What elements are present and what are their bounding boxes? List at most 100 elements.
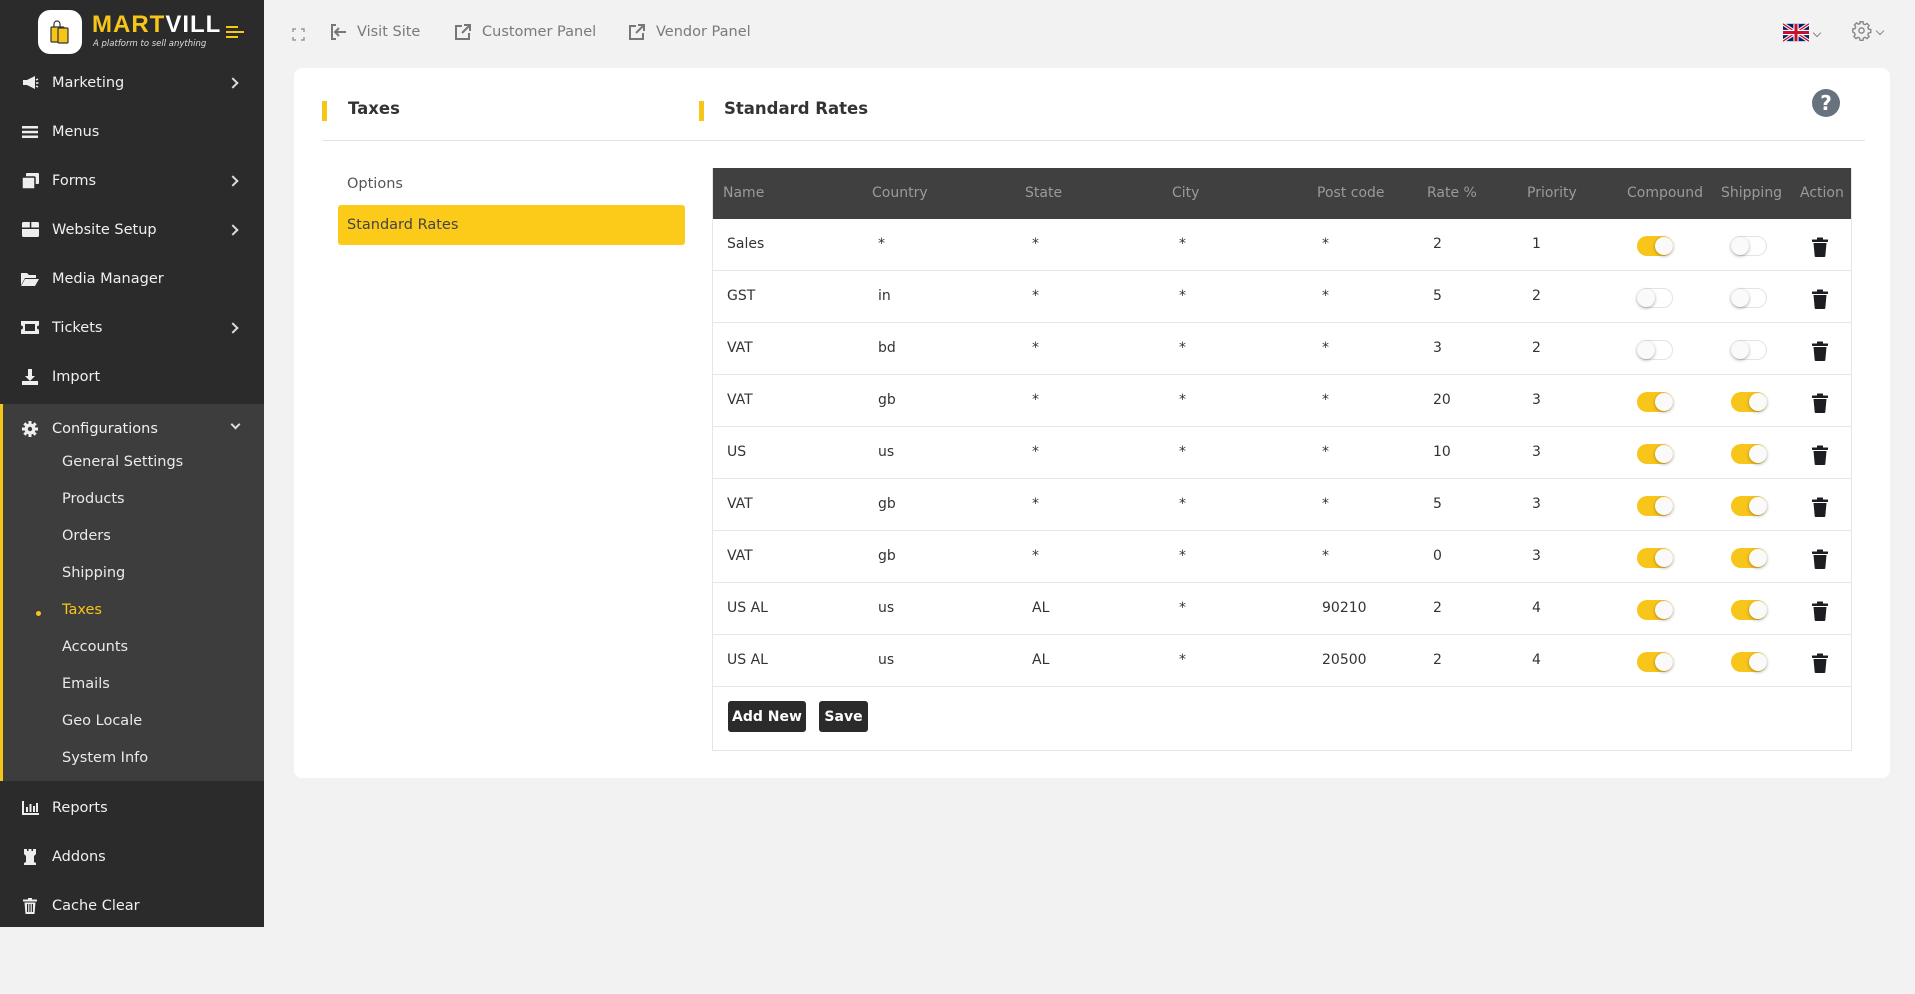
compound-toggle[interactable] (1637, 548, 1673, 568)
compound-toggle[interactable] (1637, 444, 1673, 464)
cell-priority[interactable]: 4 (1532, 652, 1541, 668)
settings-menu[interactable] (1851, 20, 1885, 45)
submenu-item-products[interactable]: Products (62, 491, 125, 507)
shipping-toggle[interactable] (1731, 548, 1767, 568)
sidebar-item-website-setup[interactable]: Website Setup (0, 205, 264, 254)
cell-name[interactable]: US (727, 444, 746, 460)
cell-state[interactable]: AL (1032, 600, 1049, 616)
cell-priority[interactable]: 3 (1532, 548, 1541, 564)
cell-rate[interactable]: 5 (1433, 496, 1442, 512)
visit-site-link[interactable]: Visit Site (328, 22, 420, 42)
cell-city[interactable]: * (1179, 236, 1186, 252)
shipping-toggle[interactable] (1731, 652, 1767, 672)
sidebar-item-media-manager[interactable]: Media Manager (0, 254, 264, 303)
cell-name[interactable]: GST (727, 288, 755, 304)
sidebar-item-cache-clear[interactable]: Cache Clear (0, 881, 264, 930)
submenu-item-system-info[interactable]: System Info (62, 750, 148, 766)
cell-state[interactable]: AL (1032, 652, 1049, 668)
shipping-toggle[interactable] (1731, 392, 1767, 412)
customer-panel-link[interactable]: Customer Panel (453, 22, 596, 42)
cell-rate[interactable]: 0 (1433, 548, 1442, 564)
shipping-toggle[interactable] (1731, 236, 1767, 256)
cell-city[interactable]: * (1179, 444, 1186, 460)
cell-country[interactable]: us (878, 600, 894, 616)
cell-post-code[interactable]: * (1322, 548, 1329, 564)
compound-toggle[interactable] (1637, 288, 1673, 308)
cell-rate[interactable]: 2 (1433, 600, 1442, 616)
submenu-item-taxes[interactable]: Taxes (62, 602, 102, 618)
logo-icon[interactable] (38, 10, 82, 54)
cell-rate[interactable]: 10 (1433, 444, 1451, 460)
cell-name[interactable]: US AL (727, 600, 768, 616)
cell-city[interactable]: * (1179, 496, 1186, 512)
cell-post-code[interactable]: * (1322, 288, 1329, 304)
submenu-item-geo-locale[interactable]: Geo Locale (62, 713, 142, 729)
cell-name[interactable]: US AL (727, 652, 768, 668)
delete-row-icon[interactable] (1812, 289, 1828, 309)
shipping-toggle[interactable] (1731, 444, 1767, 464)
help-icon[interactable]: ? (1812, 89, 1840, 117)
cell-name[interactable]: VAT (727, 496, 753, 512)
cell-post-code[interactable]: * (1322, 236, 1329, 252)
sidebar-item-forms[interactable]: Forms (0, 156, 264, 205)
tab-standard-rates[interactable]: Standard Rates (338, 205, 685, 245)
cell-priority[interactable]: 2 (1532, 340, 1541, 356)
cell-name[interactable]: VAT (727, 548, 753, 564)
sidebar-toggle-icon[interactable] (226, 26, 244, 40)
submenu-item-general-settings[interactable]: General Settings (62, 454, 183, 470)
delete-row-icon[interactable] (1812, 445, 1828, 465)
sidebar-item-tickets[interactable]: Tickets (0, 303, 264, 352)
cell-name[interactable]: VAT (727, 340, 753, 356)
cell-priority[interactable]: 2 (1532, 288, 1541, 304)
shipping-toggle[interactable] (1731, 496, 1767, 516)
submenu-item-shipping[interactable]: Shipping (62, 565, 125, 581)
compound-toggle[interactable] (1637, 496, 1673, 516)
cell-rate[interactable]: 2 (1433, 652, 1442, 668)
delete-row-icon[interactable] (1812, 237, 1828, 257)
cell-city[interactable]: * (1179, 392, 1186, 408)
cell-state[interactable]: * (1032, 496, 1039, 512)
delete-row-icon[interactable] (1812, 549, 1828, 569)
cell-rate[interactable]: 3 (1433, 340, 1442, 356)
cell-rate[interactable]: 5 (1433, 288, 1442, 304)
cell-rate[interactable]: 2 (1433, 236, 1442, 252)
delete-row-icon[interactable] (1812, 497, 1828, 517)
cell-country[interactable]: gb (878, 496, 896, 512)
add-new-button[interactable]: Add New (728, 701, 806, 732)
cell-priority[interactable]: 1 (1532, 236, 1541, 252)
sidebar-item-menus[interactable]: Menus (0, 107, 264, 156)
cell-city[interactable]: * (1179, 600, 1186, 616)
compound-toggle[interactable] (1637, 600, 1673, 620)
cell-state[interactable]: * (1032, 444, 1039, 460)
cell-post-code[interactable]: * (1322, 496, 1329, 512)
submenu-item-accounts[interactable]: Accounts (62, 639, 128, 655)
cell-name[interactable]: VAT (727, 392, 753, 408)
sidebar-item-import[interactable]: Import (0, 352, 264, 401)
cell-country[interactable]: us (878, 652, 894, 668)
shipping-toggle[interactable] (1731, 340, 1767, 360)
cell-rate[interactable]: 20 (1433, 392, 1451, 408)
sidebar-item-marketing[interactable]: Marketing (0, 58, 264, 107)
delete-row-icon[interactable] (1812, 393, 1828, 413)
cell-city[interactable]: * (1179, 652, 1186, 668)
cell-state[interactable]: * (1032, 340, 1039, 356)
cell-country[interactable]: gb (878, 392, 896, 408)
submenu-item-emails[interactable]: Emails (62, 676, 110, 692)
submenu-item-orders[interactable]: Orders (62, 528, 111, 544)
cell-country[interactable]: gb (878, 548, 896, 564)
cell-name[interactable]: Sales (727, 236, 764, 252)
cell-country[interactable]: us (878, 444, 894, 460)
sidebar-item-reports[interactable]: Reports (0, 783, 264, 832)
sidebar-item-addons[interactable]: Addons (0, 832, 264, 881)
cell-priority[interactable]: 3 (1532, 496, 1541, 512)
shipping-toggle[interactable] (1731, 600, 1767, 620)
compound-toggle[interactable] (1637, 392, 1673, 412)
tab-options[interactable]: Options (338, 164, 685, 204)
compound-toggle[interactable] (1637, 652, 1673, 672)
save-button[interactable]: Save (819, 701, 868, 732)
fullscreen-icon[interactable] (292, 26, 305, 41)
delete-row-icon[interactable] (1812, 601, 1828, 621)
shipping-toggle[interactable] (1731, 288, 1767, 308)
delete-row-icon[interactable] (1812, 653, 1828, 673)
cell-priority[interactable]: 3 (1532, 392, 1541, 408)
